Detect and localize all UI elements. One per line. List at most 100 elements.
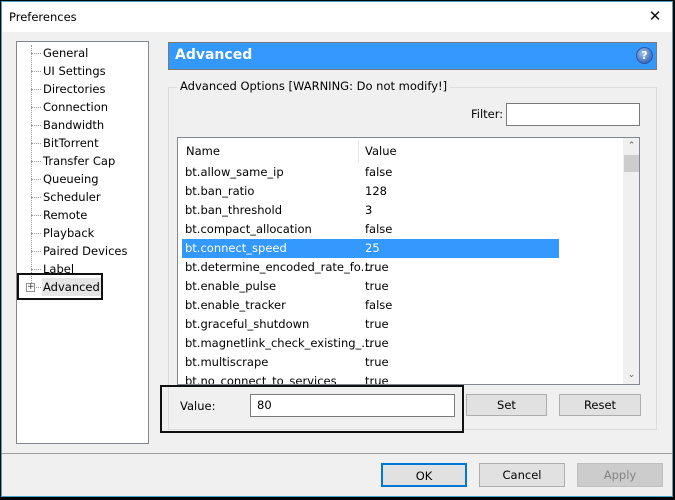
sidebar-item-general[interactable]: General — [17, 44, 147, 62]
option-value: true — [365, 317, 389, 331]
table-row[interactable]: bt.multiscrape true — [182, 353, 559, 372]
sidebar-item-scheduler[interactable]: Scheduler — [17, 188, 147, 206]
sidebar-item-label: Queueing — [43, 172, 99, 186]
sidebar-item-transfer-cap[interactable]: Transfer Cap — [17, 152, 147, 170]
column-header-value[interactable]: Value — [365, 144, 397, 158]
sidebar-item-bandwidth[interactable]: Bandwidth — [17, 116, 147, 134]
table-row[interactable]: bt.graceful_shutdown true — [182, 315, 559, 334]
option-value: true — [365, 374, 389, 385]
table-row[interactable]: bt.enable_pulse true — [182, 277, 559, 296]
option-name: bt.compact_allocation — [185, 222, 312, 236]
reset-button[interactable]: Reset — [559, 394, 641, 416]
filter-label: Filter: — [471, 107, 504, 121]
sidebar-item-label: Directories — [43, 82, 106, 96]
window-title: Preferences — [9, 10, 77, 24]
sidebar-item-label: Paired Devices — [43, 244, 128, 258]
close-icon[interactable]: ✕ — [644, 5, 666, 27]
sidebar-item-directories[interactable]: Directories — [17, 80, 147, 98]
help-icon[interactable]: ? — [636, 47, 653, 64]
tree-connector — [31, 233, 41, 234]
option-name: bt.graceful_shutdown — [185, 317, 310, 331]
list-header: Name Value — [178, 138, 623, 162]
scroll-up-icon[interactable]: ⌃ — [623, 138, 639, 155]
options-list[interactable]: Name Value bt.allow_same_ip false bt.ban_r… — [177, 137, 640, 385]
tree-connector — [31, 215, 41, 216]
table-row[interactable]: bt.no_connect_to_services true — [182, 372, 559, 385]
cancel-button[interactable]: Cancel — [479, 463, 565, 487]
preferences-tree: General UI Settings Directories Connection B… — [16, 41, 149, 444]
sidebar-item-label: BitTorrent — [43, 136, 99, 150]
tree-connector — [31, 197, 41, 198]
tree-connector — [31, 269, 41, 270]
tree-connector — [31, 89, 41, 90]
value-highlight-box — [160, 385, 464, 433]
table-row[interactable]: bt.magnetlink_check_existing_... true — [182, 334, 559, 353]
set-button[interactable]: Set — [466, 394, 547, 416]
option-name: bt.determine_encoded_rate_fo... — [185, 260, 372, 274]
option-value: 25 — [365, 241, 380, 255]
option-value: false — [365, 222, 393, 236]
sidebar-item-label: Remote — [43, 208, 88, 222]
tree-connector — [31, 251, 41, 252]
tree-connector — [31, 107, 41, 108]
option-value: true — [365, 355, 389, 369]
tree-connector — [31, 161, 41, 162]
ok-button[interactable]: OK — [381, 463, 467, 487]
table-row[interactable]: bt.connect_speed 25 — [182, 239, 559, 258]
tree-connector — [31, 53, 41, 54]
option-value: false — [365, 298, 393, 312]
option-name: bt.no_connect_to_services — [185, 374, 337, 385]
sidebar-item-playback[interactable]: Playback — [17, 224, 147, 242]
sidebar-item-remote[interactable]: Remote — [17, 206, 147, 224]
table-row[interactable]: bt.determine_encoded_rate_fo... true — [182, 258, 559, 277]
option-name: bt.multiscrape — [185, 355, 269, 369]
sidebar-item-label: Playback — [43, 226, 95, 240]
column-separator[interactable] — [358, 140, 359, 162]
preferences-window: Preferences ✕ General UI Settings Director… — [1, 1, 673, 497]
sidebar-item-label: Transfer Cap — [43, 154, 116, 168]
tree-connector — [31, 71, 41, 72]
table-row[interactable]: bt.enable_tracker false — [182, 296, 559, 315]
scroll-down-icon[interactable]: ⌄ — [623, 367, 639, 384]
table-row[interactable]: bt.ban_threshold 3 — [182, 201, 559, 220]
section-header: Advanced ? — [168, 42, 657, 70]
option-value: true — [365, 336, 389, 350]
sidebar-item-ui-settings[interactable]: UI Settings — [17, 62, 147, 80]
option-value: true — [365, 260, 389, 274]
tree-connector — [31, 125, 41, 126]
option-value: false — [365, 165, 393, 179]
table-row[interactable]: bt.ban_ratio 128 — [182, 182, 559, 201]
option-name: bt.ban_threshold — [185, 203, 283, 217]
sidebar-item-label: Connection — [43, 100, 109, 114]
option-value: 3 — [365, 203, 373, 217]
sidebar-item-label: Bandwidth — [43, 118, 105, 132]
title-bar: Preferences ✕ — [2, 2, 672, 32]
tree-connector — [31, 179, 41, 180]
scroll-thumb[interactable] — [624, 155, 639, 172]
option-name: bt.connect_speed — [185, 241, 287, 255]
option-name: bt.enable_tracker — [185, 298, 286, 312]
footer-divider — [2, 453, 672, 454]
sidebar-item-label: UI Settings — [43, 64, 106, 78]
vertical-scrollbar[interactable]: ⌃ ⌄ — [623, 138, 639, 384]
sidebar-item-label: Scheduler — [43, 190, 101, 204]
sidebar-item-queueing[interactable]: Queueing — [17, 170, 147, 188]
table-row[interactable]: bt.allow_same_ip false — [182, 163, 559, 182]
sidebar-item-label: General — [43, 46, 89, 60]
advanced-highlight-box — [17, 273, 103, 300]
apply-button[interactable]: Apply — [577, 463, 663, 487]
sidebar-item-paired-devices[interactable]: Paired Devices — [17, 242, 147, 260]
option-name: bt.ban_ratio — [185, 184, 255, 198]
option-name: bt.enable_pulse — [185, 279, 277, 293]
filter-input[interactable] — [506, 103, 640, 126]
sidebar-item-connection[interactable]: Connection — [17, 98, 147, 116]
table-row[interactable]: bt.compact_allocation false — [182, 220, 559, 239]
tree-connector — [31, 143, 41, 144]
group-label: Advanced Options [WARNING: Do not modify… — [177, 79, 451, 93]
option-name: bt.magnetlink_check_existing_... — [185, 336, 373, 350]
option-value: true — [365, 279, 389, 293]
section-title: Advanced — [175, 47, 253, 63]
column-header-name[interactable]: Name — [186, 144, 220, 158]
sidebar-item-bittorrent[interactable]: BitTorrent — [17, 134, 147, 152]
option-name: bt.allow_same_ip — [185, 165, 284, 179]
